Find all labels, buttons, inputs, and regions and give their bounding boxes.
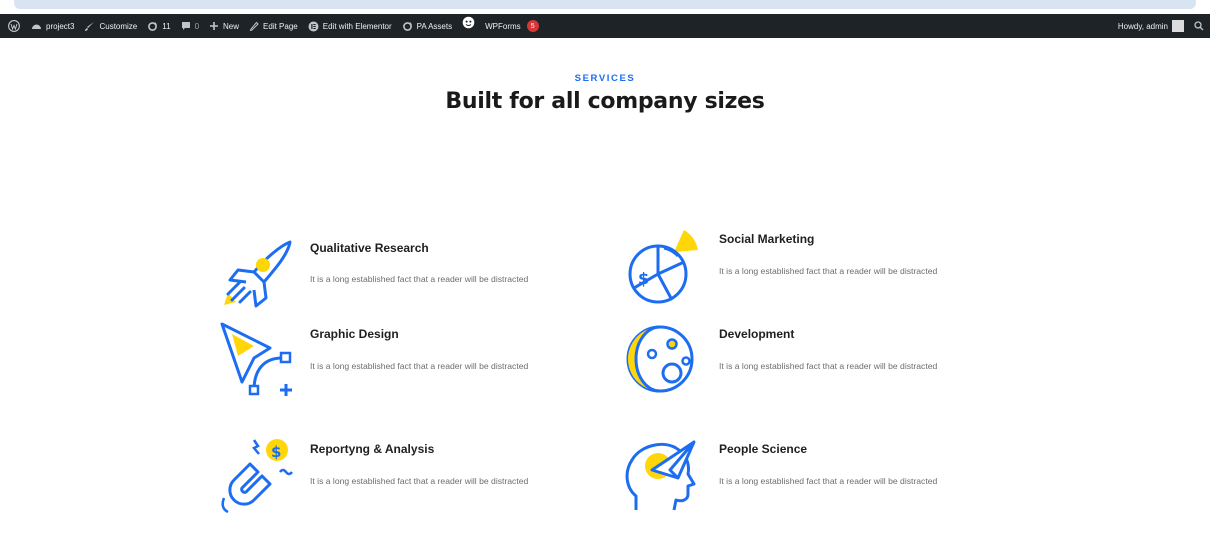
pencil-icon [249,21,259,31]
head-plane-icon [622,436,702,516]
updates-link[interactable]: 11 [142,14,175,38]
magnet-dollar-icon: $ [214,436,294,516]
dashboard-icon [32,24,41,29]
service-title-people-science: People Science [719,442,808,456]
service-text-qualitative-research: It is a long established fact that a rea… [310,274,529,284]
pa-assets-link[interactable]: PA Assets [397,14,457,38]
service-text-reportyng-analysis: It is a long established fact that a rea… [310,476,529,486]
avatar [1172,20,1184,32]
refresh-icon [402,21,412,31]
wpforms-label: WPForms [485,21,521,31]
plus-icon [210,22,219,30]
edit-page-link[interactable]: Edit Page [244,14,303,38]
comments-count: 0 [194,21,200,31]
admin-bar: project3 Customize 11 0 New Edit Page Ed… [0,14,1210,38]
service-text-graphic-design: It is a long established fact that a rea… [310,361,529,371]
svg-text:$: $ [638,269,649,288]
service-text-development: It is a long established fact that a rea… [719,361,938,371]
my-account-link[interactable]: Howdy, admin [1113,14,1189,38]
customize-link[interactable]: Customize [79,14,142,38]
svg-text:$: $ [271,443,281,461]
wpforms-badge: 5 [526,20,539,32]
vector-pen-icon [214,318,294,398]
elementor-icon [308,21,319,31]
site-name: project3 [46,21,75,31]
wpforms-bear-icon [462,16,475,28]
wpforms-link[interactable]: WPForms 5 [457,14,544,38]
new-content-link[interactable]: New [204,14,244,38]
customize-label: Customize [99,21,138,31]
edit-page-label: Edit Page [263,21,298,31]
updates-count: 11 [162,21,171,31]
service-text-people-science: It is a long established fact that a rea… [719,476,938,486]
howdy-label: Howdy, admin [1117,21,1168,31]
wordpress-logo-icon[interactable] [0,14,26,38]
site-name-link[interactable]: project3 [26,14,79,38]
service-title-graphic-design: Graphic Design [310,327,399,341]
brush-icon [85,21,95,31]
service-title-qualitative-research: Qualitative Research [310,241,429,255]
admin-search-button[interactable] [1189,14,1210,38]
edit-elementor-label: Edit with Elementor [322,21,392,31]
edit-elementor-link[interactable]: Edit with Elementor [303,14,397,38]
rocket-icon [214,232,294,312]
browser-top-edge [0,0,1210,14]
comment-icon [181,22,190,30]
moon-icon [622,318,702,398]
comments-link[interactable]: 0 [176,14,204,38]
updates-icon [148,21,158,31]
service-title-reportyng-analysis: Reportyng & Analysis [310,442,435,456]
section-title: Built for all company sizes [445,89,765,114]
pie-chart-icon: $ [622,226,702,306]
service-title-development: Development [719,327,795,341]
new-label: New [223,21,240,31]
section-eyebrow: SERVICES [574,73,636,84]
search-icon [1194,21,1204,31]
service-title-social-marketing: Social Marketing [719,232,815,246]
pa-assets-label: PA Assets [416,21,453,31]
service-text-social-marketing: It is a long established fact that a rea… [719,266,938,276]
